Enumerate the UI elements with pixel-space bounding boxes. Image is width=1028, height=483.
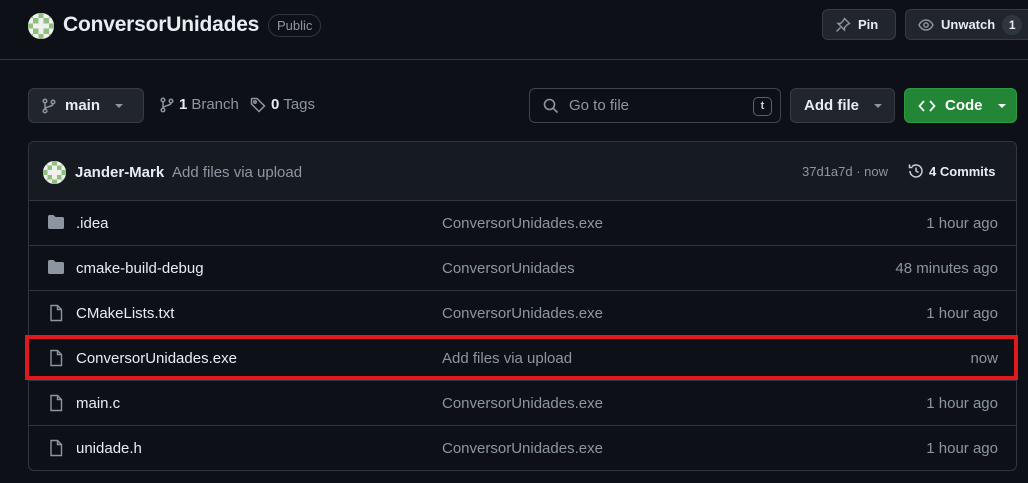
visibility-badge: Public xyxy=(268,14,322,37)
commit-author-link[interactable]: Jander-Mark xyxy=(75,164,164,181)
file-icon xyxy=(50,349,63,367)
file-commit-message[interactable]: ConversorUnidades.exe xyxy=(442,215,603,232)
code-button[interactable]: Code xyxy=(904,88,1017,123)
unwatch-button[interactable]: Unwatch 1 xyxy=(905,9,1028,40)
file-last-updated: 1 hour ago xyxy=(926,215,998,232)
table-row[interactable]: unidade.h ConversorUnidades.exe 1 hour a… xyxy=(29,426,1016,470)
commit-message-link[interactable]: Add files via upload xyxy=(172,164,302,181)
repo-owner-avatar[interactable] xyxy=(28,13,54,39)
file-last-updated: now xyxy=(970,350,998,367)
branches-label: Branch xyxy=(191,96,239,113)
branches-link[interactable]: 1 Branch xyxy=(160,96,239,113)
commits-label: Commits xyxy=(939,163,996,179)
tags-link[interactable]: 0 Tags xyxy=(250,96,315,113)
eye-icon xyxy=(918,18,934,31)
file-icon xyxy=(50,304,63,322)
file-last-updated: 48 minutes ago xyxy=(895,260,998,277)
latest-commit-bar: Jander-Mark Add files via upload 37d1a7d… xyxy=(29,142,1016,201)
chevron-down-icon xyxy=(874,103,882,108)
branch-name: main xyxy=(65,97,101,114)
file-name-link[interactable]: unidade.h xyxy=(76,440,142,457)
commits-history-link[interactable]: 4 Commits xyxy=(907,162,995,180)
repo-header: ConversorUnidades Public Pin Unwatch 1 xyxy=(0,0,1028,60)
search-icon xyxy=(543,98,559,113)
repo-name-link[interactable]: ConversorUnidades xyxy=(63,13,259,37)
folder-icon xyxy=(48,260,64,274)
file-name-link[interactable]: main.c xyxy=(76,395,120,412)
chevron-down-icon xyxy=(115,103,124,108)
go-to-file-input[interactable] xyxy=(569,97,739,114)
commit-hash-time[interactable]: 37d1a7d · now xyxy=(802,164,888,179)
file-commit-message[interactable]: ConversorUnidades.exe xyxy=(442,305,603,322)
unwatch-label: Unwatch xyxy=(941,17,996,32)
code-icon xyxy=(918,99,936,112)
file-last-updated: 1 hour ago xyxy=(926,305,998,322)
file-name-link[interactable]: CMakeLists.txt xyxy=(76,305,174,322)
history-icon xyxy=(908,164,923,178)
branches-count: 1 xyxy=(179,96,188,113)
branch-selector[interactable]: main xyxy=(28,88,144,123)
file-table: Jander-Mark Add files via upload 37d1a7d… xyxy=(28,141,1017,471)
code-label: Code xyxy=(945,97,983,114)
add-file-label: Add file xyxy=(804,97,859,114)
table-row[interactable]: CMakeLists.txt ConversorUnidades.exe 1 h… xyxy=(29,291,1016,336)
table-row[interactable]: main.c ConversorUnidades.exe 1 hour ago xyxy=(29,381,1016,426)
pin-button[interactable]: Pin xyxy=(822,9,896,40)
file-name-link[interactable]: cmake-build-debug xyxy=(76,260,204,277)
table-row[interactable]: ConversorUnidades.exe Add files via uplo… xyxy=(29,336,1016,381)
keyboard-shortcut-hint: t xyxy=(753,97,772,116)
file-name-link[interactable]: .idea xyxy=(76,215,109,232)
tags-label: Tags xyxy=(283,96,316,113)
file-commit-message[interactable]: ConversorUnidades xyxy=(442,260,575,277)
add-file-button[interactable]: Add file xyxy=(790,88,895,123)
pin-label: Pin xyxy=(858,17,879,32)
file-commit-message[interactable]: ConversorUnidades.exe xyxy=(442,440,603,457)
file-commit-message[interactable]: ConversorUnidades.exe xyxy=(442,395,603,412)
tags-count: 0 xyxy=(271,96,280,113)
git-branch-icon xyxy=(160,96,174,113)
watchers-count: 1 xyxy=(1002,14,1023,35)
go-to-file-search[interactable]: t xyxy=(529,88,781,123)
commits-count: 4 xyxy=(929,163,937,179)
file-icon xyxy=(50,439,63,457)
pin-icon xyxy=(836,16,851,32)
table-row[interactable]: cmake-build-debug ConversorUnidades 48 m… xyxy=(29,246,1016,291)
file-name-link[interactable]: ConversorUnidades.exe xyxy=(76,350,237,367)
git-branch-icon xyxy=(42,97,56,114)
file-last-updated: 1 hour ago xyxy=(926,440,998,457)
file-last-updated: 1 hour ago xyxy=(926,395,998,412)
chevron-down-icon xyxy=(997,103,1006,108)
repo-page: ConversorUnidades Public Pin Unwatch 1 m… xyxy=(0,0,1028,483)
folder-icon xyxy=(48,215,64,229)
file-commit-message[interactable]: Add files via upload xyxy=(442,350,572,367)
avatar[interactable] xyxy=(43,161,66,184)
file-icon xyxy=(50,394,63,412)
tag-icon xyxy=(250,97,266,113)
table-row[interactable]: .idea ConversorUnidades.exe 1 hour ago xyxy=(29,201,1016,246)
